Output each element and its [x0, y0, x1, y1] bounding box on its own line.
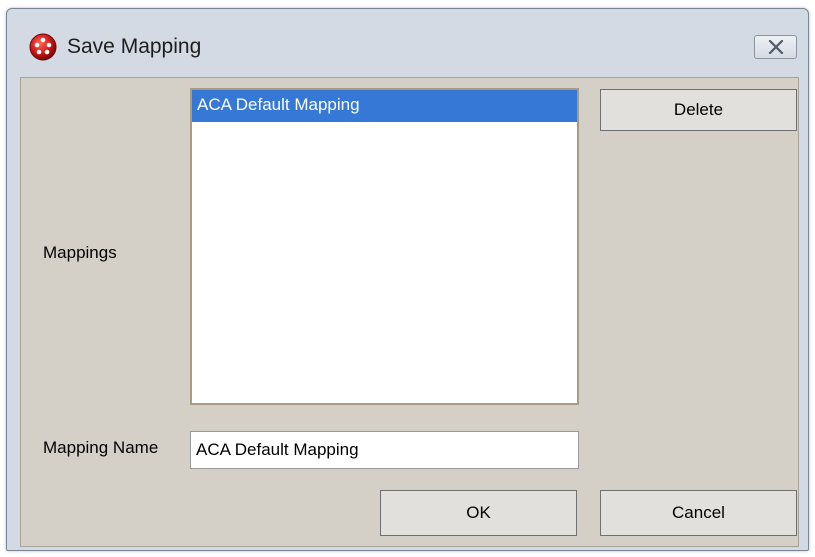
mapping-name-label: Mapping Name [43, 438, 159, 457]
mappings-listbox[interactable]: ACA Default Mapping [190, 88, 579, 405]
title-bar[interactable]: Save Mapping [7, 9, 808, 77]
mappings-label: Mappings [43, 243, 117, 262]
ok-button[interactable]: OK [380, 490, 577, 536]
dialog-title: Save Mapping [67, 35, 202, 58]
list-item-aca-default-mapping[interactable]: ACA Default Mapping [192, 90, 577, 122]
mapping-name-input[interactable] [190, 431, 579, 469]
delete-button[interactable]: Delete [600, 89, 797, 131]
app-icon [29, 33, 57, 61]
close-button[interactable] [754, 35, 797, 59]
dialog-content: Mappings ACA Default Mapping Delete Mapp… [20, 77, 799, 547]
save-mapping-dialog: Save Mapping Mappings ACA Default Mappin… [6, 8, 809, 551]
cancel-button[interactable]: Cancel [600, 490, 797, 536]
close-icon [768, 40, 784, 54]
